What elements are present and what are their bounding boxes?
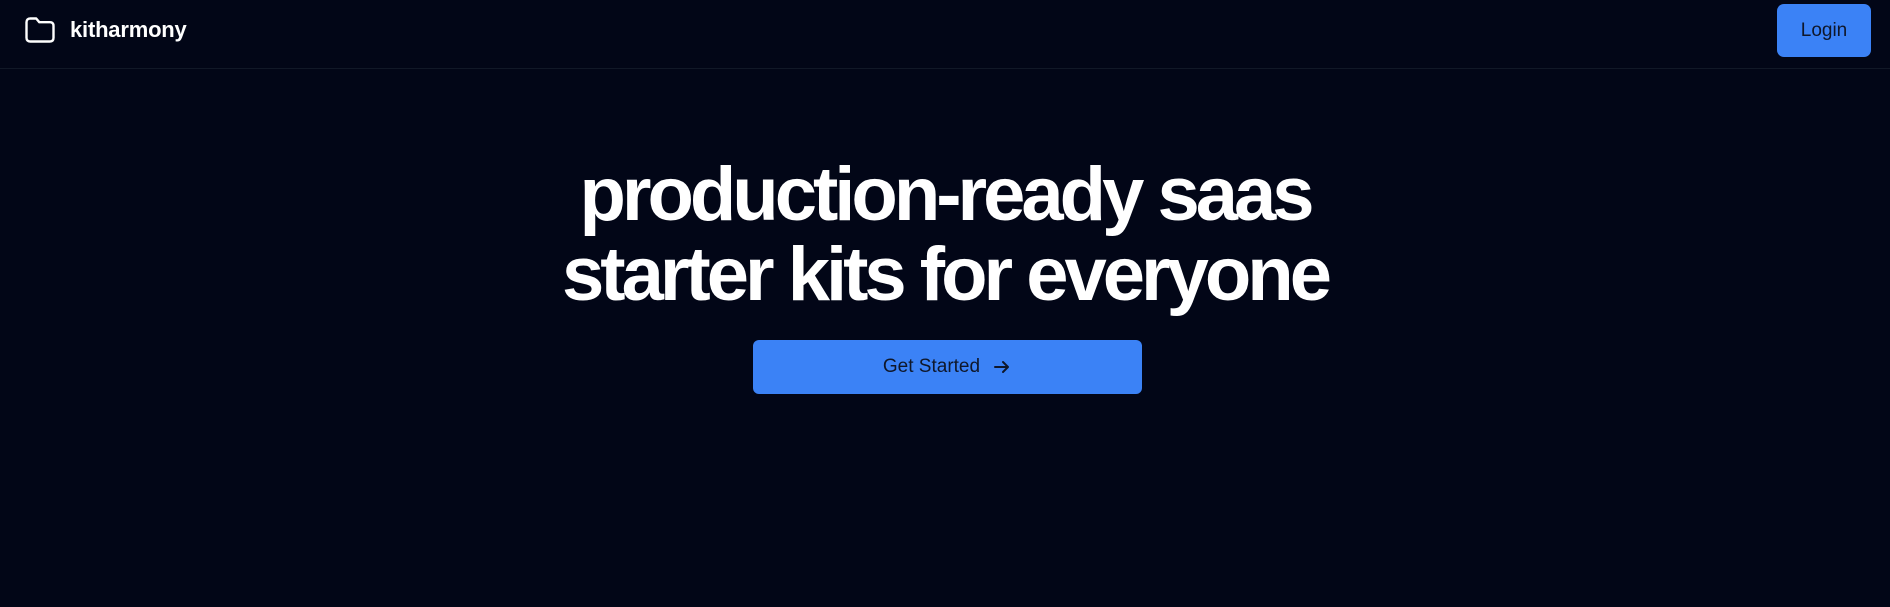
get-started-button[interactable]: Get Started: [753, 340, 1142, 394]
hero-title: production-ready saas starter kits for e…: [0, 155, 1890, 315]
hero-section: production-ready saas starter kits for e…: [0, 155, 1890, 315]
hero-title-line-1: production-ready saas: [579, 152, 1314, 237]
arrow-right-icon: [992, 357, 1012, 377]
folder-icon: [24, 16, 56, 44]
brand-link[interactable]: kitharmony: [24, 15, 187, 45]
brand-name: kitharmony: [70, 17, 187, 42]
get-started-label: Get Started: [882, 356, 981, 377]
landing-page: kitharmony Login production-ready saas s…: [0, 0, 1890, 607]
login-button[interactable]: Login: [1777, 4, 1871, 57]
hero-title-line-2: starter kits for everyone: [562, 232, 1332, 317]
top-navigation: kitharmony Login: [0, 0, 1890, 69]
